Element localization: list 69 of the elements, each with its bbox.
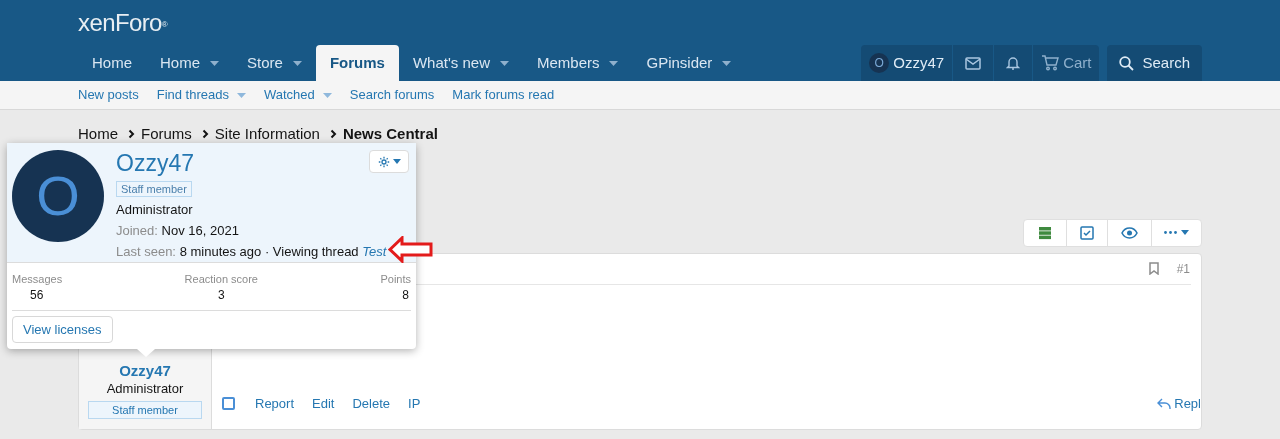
caret-icon	[292, 60, 302, 66]
breadcrumb-link[interactable]: News Central	[329, 123, 438, 146]
stat-label: Reaction score	[184, 272, 258, 286]
ellipsis-icon	[1164, 231, 1177, 234]
caret-icon	[499, 60, 509, 66]
stat-value: 3	[217, 287, 225, 304]
nav-tab[interactable]: GPinsider	[632, 45, 746, 81]
select-checkbox[interactable]	[222, 397, 235, 410]
envelope-icon	[965, 56, 982, 70]
user-avatar[interactable]: O	[12, 150, 104, 242]
checkbox-icon	[1080, 225, 1094, 240]
sub-nav-link[interactable]: Find threads	[156, 85, 246, 105]
nav-tab[interactable]: Home	[78, 45, 146, 81]
nav-tab[interactable]: Store	[233, 45, 316, 81]
breadcrumb-link[interactable]: Site Information	[201, 123, 320, 146]
post-action-link[interactable]: IP	[408, 393, 421, 414]
thread-link[interactable]: Test	[362, 244, 387, 259]
search-button[interactable]: Search	[1107, 45, 1202, 81]
stacked-rows-icon	[1038, 225, 1052, 240]
site-logo[interactable]: xenForo$^{®}$	[78, 10, 168, 35]
user-title: Administrator	[106, 379, 184, 398]
nav-tab[interactable]: Members	[522, 45, 633, 81]
search-icon	[1119, 55, 1135, 71]
stat-value: 56	[29, 287, 45, 304]
bell-icon	[1006, 55, 1021, 71]
stat-label: Points	[380, 272, 411, 286]
stat-value: 8	[401, 287, 410, 304]
eye-icon	[1121, 226, 1138, 239]
nav-tab[interactable]: Forums	[315, 45, 399, 81]
caret-icon	[236, 92, 246, 98]
username[interactable]: Ozzy47	[116, 148, 194, 178]
nav-tab[interactable]: What's new	[398, 45, 523, 81]
reply-link[interactable]: Repl	[1157, 393, 1201, 414]
nav-tab[interactable]: Home	[146, 45, 234, 81]
account-link[interactable]: O Ozzy47	[861, 45, 953, 81]
view-licenses-button[interactable]: View licenses	[12, 316, 113, 343]
breadcrumb-link[interactable]: Forums	[128, 123, 192, 146]
sub-nav-link[interactable]: Watched	[263, 85, 332, 105]
staff-badge: Staff member	[116, 181, 192, 197]
reply-icon	[1157, 397, 1172, 410]
post-action-link[interactable]: Report	[255, 393, 295, 414]
username: Ozzy47	[893, 52, 945, 73]
user-title: Administrator	[116, 202, 194, 218]
chevron-icon	[201, 129, 209, 140]
post-number[interactable]: #1	[1176, 259, 1190, 278]
chevron-icon	[128, 129, 135, 140]
caret-icon	[609, 60, 619, 66]
user-avatar: O	[869, 53, 890, 73]
post-username[interactable]: Ozzy47	[119, 361, 171, 380]
sub-nav-link[interactable]: Search forums	[349, 85, 435, 105]
caret-icon	[322, 92, 332, 98]
chevron-icon	[329, 129, 337, 140]
bookmark-icon[interactable]	[1148, 262, 1159, 275]
caret-icon	[392, 159, 401, 164]
stat-label: Messages	[12, 272, 63, 286]
gear-icon	[377, 155, 390, 168]
post-action-link[interactable]: Delete	[352, 393, 390, 414]
cart-icon	[1041, 55, 1060, 71]
caret-icon	[210, 60, 220, 66]
caret-icon	[722, 60, 732, 66]
staff-badge: Staff member	[88, 400, 202, 419]
joined-date: Joined: Nov 16, 2021	[116, 223, 240, 239]
last-seen: Last seen: 8 minutes ago · Viewing thread Test	[116, 244, 387, 260]
breadcrumb-link[interactable]: Home	[78, 123, 118, 146]
sub-nav-link[interactable]: New posts	[78, 85, 139, 105]
post-action-link[interactable]: Edit	[312, 393, 335, 414]
settings-menu-button[interactable]	[369, 150, 409, 173]
caret-icon	[1181, 230, 1189, 235]
sub-nav-link[interactable]: Mark forums read	[452, 85, 555, 105]
